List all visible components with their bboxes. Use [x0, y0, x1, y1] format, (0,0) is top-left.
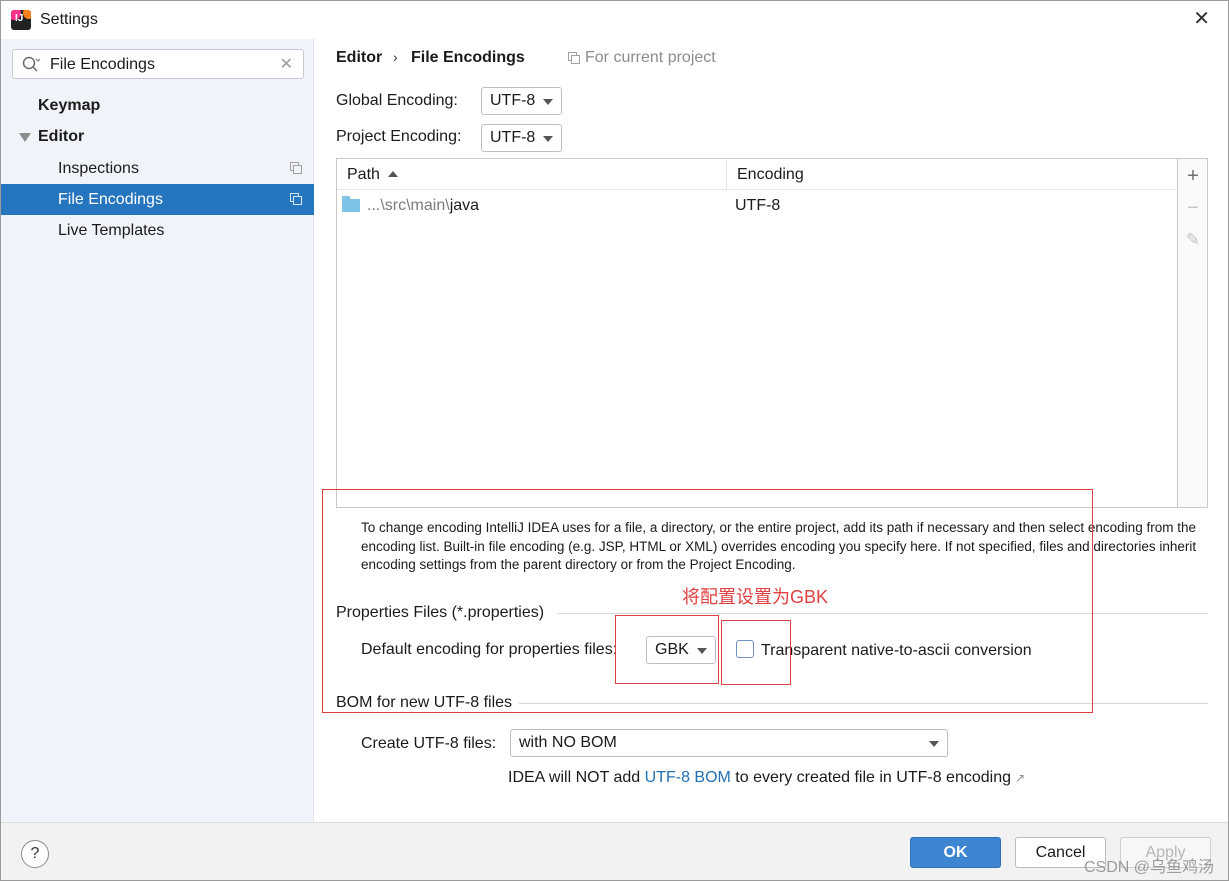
column-header-label: Path [347, 166, 380, 183]
remove-icon[interactable]: − [1178, 193, 1208, 223]
global-encoding-select[interactable]: UTF-8 [481, 87, 562, 115]
properties-default-label: Default encoding for properties files: [361, 641, 618, 658]
encoding-table: Path Encoding ...\src\main\java UTF-8 [336, 158, 1178, 508]
add-icon[interactable]: + [1178, 161, 1208, 191]
sidebar-item-label: File Encodings [58, 191, 163, 208]
transparent-conversion-checkbox[interactable] [736, 640, 754, 658]
clear-search-icon[interactable]: ✕ [280, 54, 293, 74]
window-title: Settings [40, 11, 98, 28]
breadcrumb-separator: › [393, 49, 398, 65]
folder-icon [342, 196, 360, 212]
create-utf8-select[interactable]: with NO BOM [510, 729, 948, 757]
project-scope-icon [290, 193, 302, 205]
project-encoding-select[interactable]: UTF-8 [481, 124, 562, 152]
table-row[interactable]: ...\src\main\java UTF-8 [337, 191, 1177, 221]
edit-pencil-icon[interactable]: ✎ [1178, 225, 1208, 255]
search-input[interactable] [50, 54, 275, 76]
bom-note-prefix: IDEA will NOT add [508, 769, 645, 786]
global-encoding-label: Global Encoding: [336, 92, 458, 109]
section-divider [557, 613, 1208, 614]
table-toolbar: + − ✎ [1178, 158, 1208, 508]
path-name: java [449, 197, 480, 214]
scope-label: For current project [585, 49, 716, 66]
sidebar-item-keymap[interactable]: Keymap [1, 90, 314, 121]
sidebar-item-label: Keymap [38, 97, 101, 114]
project-encoding-label: Project Encoding: [336, 128, 462, 145]
project-scope-icon [568, 52, 580, 64]
search-icon [22, 56, 41, 72]
expand-arrow-icon[interactable] [19, 133, 31, 142]
section-divider [519, 703, 1208, 704]
intellij-logo-icon: IJ [11, 10, 31, 30]
properties-encoding-select[interactable]: GBK [646, 636, 716, 664]
search-field[interactable]: ✕ [12, 49, 304, 79]
create-utf8-label: Create UTF-8 files: [361, 735, 497, 752]
column-header-label: Encoding [737, 166, 804, 183]
sidebar-item-editor[interactable]: Editor [1, 121, 314, 152]
watermark: CSDN @乌鱼鸡汤 [1083, 859, 1214, 876]
settings-window: IJ Settings ✕ ✕ Keymap Editor Inspection… [0, 0, 1229, 881]
create-utf8-value: with NO BOM [519, 734, 617, 751]
bom-note: IDEA will NOT add UTF-8 BOM to every cre… [508, 769, 1025, 787]
chevron-down-icon [929, 741, 939, 747]
sidebar-item-label: Live Templates [58, 222, 165, 239]
annotation-note: 将配置设置为GBK [682, 587, 829, 607]
title-bar: IJ Settings ✕ [1, 1, 1228, 39]
sidebar-item-live-templates[interactable]: Live Templates [1, 215, 314, 246]
bom-section-title: BOM for new UTF-8 files [336, 694, 513, 711]
ok-button[interactable]: OK [910, 837, 1001, 868]
project-scope-icon [290, 162, 302, 174]
transparent-conversion-label[interactable]: Transparent native-to-ascii conversion [761, 642, 1032, 660]
sidebar: ✕ Keymap Editor Inspections File Encodin… [1, 39, 314, 822]
main-panel: Editor › File Encodings For current proj… [315, 39, 1228, 822]
chevron-down-icon [697, 648, 707, 654]
properties-section-title: Properties Files (*.properties) [336, 604, 545, 621]
help-button[interactable]: ? [21, 840, 49, 868]
sidebar-item-label: Inspections [58, 160, 139, 177]
close-icon[interactable]: ✕ [1193, 9, 1210, 29]
properties-encoding-value: GBK [655, 641, 689, 658]
global-encoding-value: UTF-8 [490, 92, 536, 109]
sidebar-item-label: Editor [38, 128, 85, 145]
utf8-bom-link[interactable]: UTF-8 BOM [645, 769, 731, 786]
external-link-icon[interactable]: ↗ [1015, 771, 1025, 785]
sidebar-item-inspections[interactable]: Inspections [1, 153, 314, 184]
encoding-cell[interactable]: UTF-8 [735, 191, 780, 221]
bom-note-suffix: to every created file in UTF-8 encoding [730, 769, 1011, 786]
project-encoding-value: UTF-8 [490, 129, 536, 146]
encoding-hint-text: To change encoding IntelliJ IDEA uses fo… [361, 520, 1197, 572]
dialog-footer: ? OK Cancel Apply CSDN @乌鱼鸡汤 [1, 822, 1228, 880]
sort-ascending-icon [387, 171, 398, 177]
breadcrumb-parent[interactable]: Editor [336, 49, 382, 67]
path-cell: ...\src\main\java [367, 191, 479, 221]
chevron-down-icon [543, 99, 553, 105]
column-header-encoding[interactable]: Encoding [727, 159, 1177, 190]
chevron-down-icon [543, 136, 553, 142]
page-title: File Encodings [411, 49, 525, 66]
path-prefix: ...\src\main\ [367, 197, 450, 214]
sidebar-item-file-encodings[interactable]: File Encodings [1, 184, 314, 215]
column-header-path[interactable]: Path [337, 159, 727, 190]
